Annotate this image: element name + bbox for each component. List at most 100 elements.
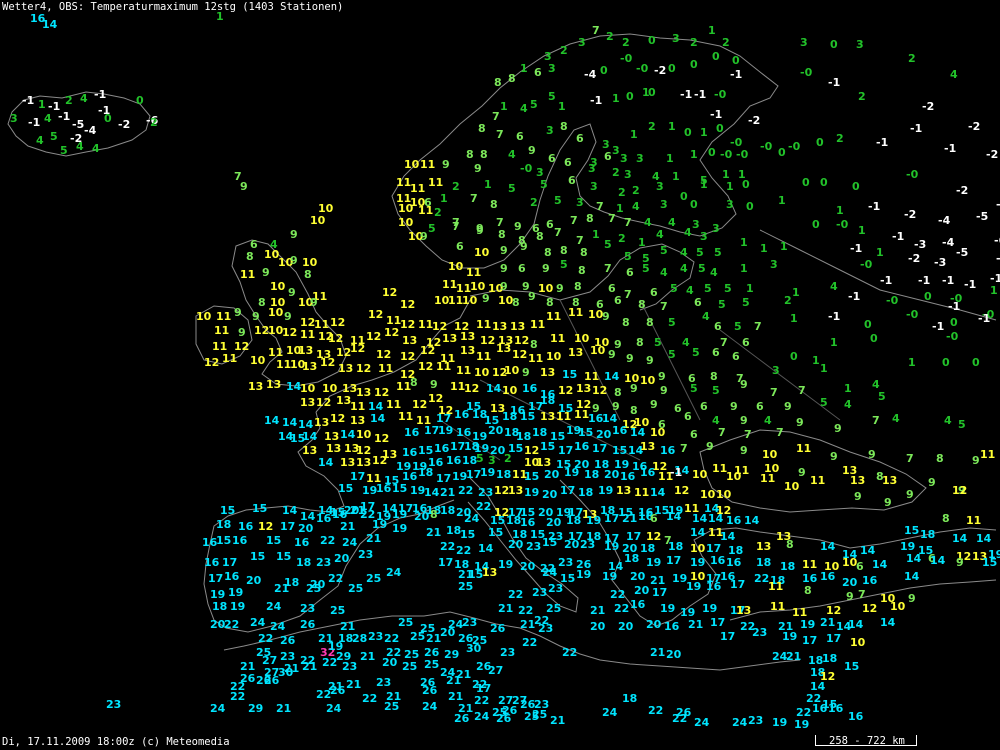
station-value: 12 [282, 326, 297, 339]
station-value: 14 [820, 540, 836, 553]
station-value: 18 [668, 540, 683, 553]
station-value: 11 [398, 410, 413, 423]
station-value: -1 [848, 290, 860, 303]
station-value: 9 [420, 230, 428, 243]
station-value: 22 [610, 588, 625, 601]
station-value: 5 [548, 90, 556, 103]
station-value: 9 [500, 244, 508, 257]
station-value: 20 [508, 538, 524, 551]
station-value: 7 [660, 300, 668, 313]
station-value: 21 [622, 512, 637, 525]
station-value: 20 [414, 510, 430, 523]
station-value: 15 [338, 482, 353, 495]
station-value: 23 [532, 586, 547, 599]
station-value: 9 [234, 306, 242, 319]
station-value: 4 [684, 226, 692, 239]
station-value: 3 [576, 196, 584, 209]
station-value: 3 [546, 124, 554, 137]
station-value: 15 [612, 444, 627, 457]
station-value: 2 [784, 294, 792, 307]
station-value: 10 [538, 282, 554, 295]
station-value: 9 [290, 254, 298, 267]
station-value: 9 [608, 348, 616, 361]
station-value: 26 [300, 618, 316, 631]
station-value: 7 [592, 24, 600, 37]
station-value: -0 [886, 294, 899, 307]
station-value: 23 [342, 660, 357, 673]
station-value: 10 [310, 214, 326, 227]
station-value: 17 [222, 556, 237, 569]
station-value: 23 [558, 556, 573, 569]
station-value: -6 [994, 234, 1000, 247]
station-value: 3 [636, 152, 644, 165]
station-value: 22 [320, 534, 335, 547]
station-value: 8 [480, 148, 488, 161]
station-value: 0 [742, 178, 750, 191]
station-value: 9 [500, 262, 508, 275]
station-value: 2 [690, 36, 698, 49]
station-value: 16 [404, 426, 420, 439]
station-value: 20 [564, 538, 580, 551]
station-value: 5 [624, 250, 632, 263]
station-value: 12 [328, 332, 343, 345]
station-value: 18 [584, 468, 599, 481]
station-value: 8 [512, 296, 520, 309]
station-value: 22 [648, 704, 663, 717]
station-value: -2 [654, 64, 666, 77]
station-value: 6 [626, 266, 634, 279]
station-value: 12 [376, 348, 391, 361]
station-value: 15 [904, 524, 919, 537]
station-value: 22 [258, 632, 273, 645]
station-value: 11 [476, 350, 491, 363]
station-value: 15 [562, 368, 577, 381]
station-value: 24 [542, 566, 558, 579]
station-value: 13 [756, 540, 771, 553]
map-canvas: 16141-1 1 -1 2 4 -1 03 -1 4 -1-5 -4-10 -2 -624 5 -25 4 4… [0, 0, 1000, 750]
station-value: 3 [624, 168, 632, 181]
station-value: 5 [690, 382, 698, 395]
station-value: 16 [660, 444, 676, 457]
station-value: 10 [784, 480, 800, 493]
station-value: 4 [644, 216, 652, 229]
station-value: 26 [490, 622, 506, 635]
station-value: 0 [972, 356, 980, 369]
station-value: 25 [398, 616, 413, 629]
station-value: 13 [460, 330, 475, 343]
station-value: 22 [224, 618, 239, 631]
station-value: -2 [922, 100, 934, 113]
station-value: 9 [240, 180, 248, 193]
station-value: 16 [726, 556, 742, 569]
station-value: 6 [742, 336, 750, 349]
station-value: 9 [528, 290, 536, 303]
station-value: 19 [564, 466, 579, 479]
station-value: 14 [708, 512, 724, 525]
station-value: 2 [150, 116, 158, 129]
station-value: -1 [932, 320, 944, 333]
station-value: 16 [224, 570, 240, 583]
station-value: 24 [342, 536, 358, 549]
station-value: 11 [568, 306, 583, 319]
station-value: 0 [778, 146, 786, 159]
station-value: 18 [822, 652, 837, 665]
station-value: 22 [230, 690, 245, 703]
station-value: 17 [720, 630, 735, 643]
station-value: 21 [302, 660, 317, 673]
station-value: 1 [668, 120, 676, 133]
station-value: 6 [650, 286, 658, 299]
station-value: 18 [622, 692, 637, 705]
station-value: 4 [702, 310, 710, 323]
station-value: 12 [412, 398, 427, 411]
station-value: -0 [520, 162, 533, 175]
station-value: 1 [558, 100, 566, 113]
station-value: 7 [872, 414, 880, 427]
station-value: 5 [820, 396, 828, 409]
station-value: 9 [542, 262, 550, 275]
station-value: 4 [710, 266, 718, 279]
station-value: 16 [828, 702, 844, 715]
station-value: 25 [524, 710, 539, 723]
station-value: 9 [658, 370, 666, 383]
station-value: -1 [978, 312, 990, 325]
station-value: -0 [860, 258, 873, 271]
station-value: 23 [462, 616, 477, 629]
station-value: 9 [784, 400, 792, 413]
